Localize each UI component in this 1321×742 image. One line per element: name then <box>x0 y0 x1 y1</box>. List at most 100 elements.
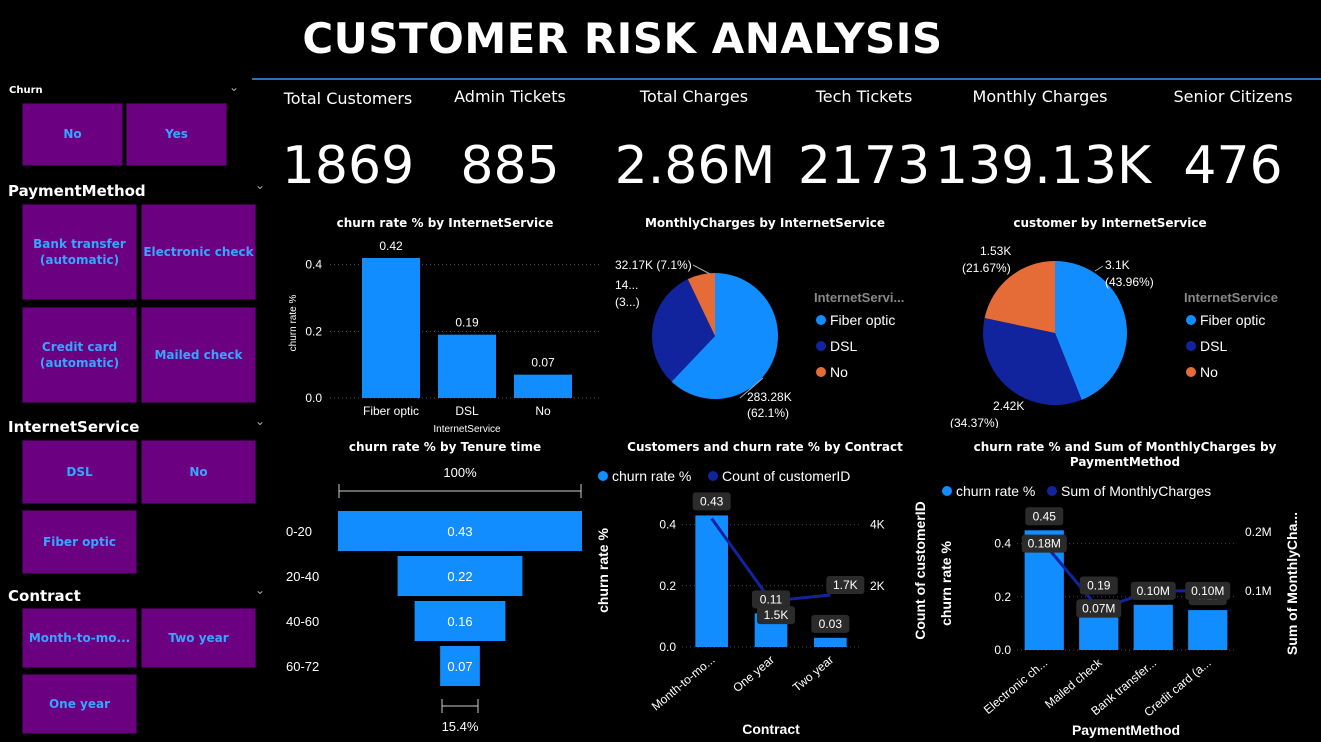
chart-payment: churn rate % Sum of MonthlyCha... 0.0 0.2 0.… <box>938 483 1300 738</box>
legend-item-marker <box>816 315 826 325</box>
kpi-tech-tickets-label: Tech Tickets <box>815 87 913 106</box>
data-label: 14... <box>615 278 638 292</box>
series-line <box>710 517 831 603</box>
slicer-item-no[interactable]: No <box>141 440 256 504</box>
slicer-item-churn-no[interactable]: No <box>22 103 123 166</box>
chart-churn-by-tenure: 100% 0.43 0-20 0.22 20-40 0.16 40-60 0.07 60-72 1… <box>286 465 582 734</box>
slicer-item-mailed-check[interactable]: Mailed check <box>141 307 256 403</box>
chart-title-monthly-by-internet: MonthlyCharges by InternetService <box>644 216 886 230</box>
data-label: 0.18M <box>1028 537 1061 551</box>
kpi-total-customers-label: Total Customers <box>283 89 413 108</box>
y-tick-label: 0.0 <box>305 391 322 405</box>
header-divider <box>252 78 1321 80</box>
kpi-admin-tickets-value: 885 <box>460 136 560 196</box>
data-label: 0.42 <box>379 239 403 253</box>
x-tick-label: No <box>535 404 551 418</box>
funnel-bottom-label: 15.4% <box>442 719 479 734</box>
chart-title-contract: Customers and churn rate % by Contract <box>627 440 903 454</box>
category-label: 0-20 <box>286 524 312 539</box>
x-axis-label: InternetService <box>433 424 501 435</box>
data-label: 0.16 <box>447 614 472 629</box>
slicer-item-one-year[interactable]: One year <box>22 674 137 734</box>
x-tick-label: Month-to-mo... <box>649 653 718 714</box>
data-label: 3.1K <box>1105 258 1130 272</box>
legend-item-marker <box>1186 341 1196 351</box>
legend-item-marker <box>708 471 718 481</box>
legend-item: churn rate % <box>956 483 1035 499</box>
kpi-total-customers-value: 1869 <box>281 136 415 196</box>
slicer-item-credit-card[interactable]: Credit card (automatic) <box>22 307 137 403</box>
y-tick-label: 0.4 <box>305 258 322 272</box>
data-label: 0.10M <box>1191 584 1224 598</box>
chart-title-churn-by-tenure: churn rate % by Tenure time <box>348 440 542 454</box>
chevron-down-icon[interactable]: ⌄ <box>255 178 265 192</box>
kpi-tech-tickets-value: 2173 <box>797 136 931 196</box>
legend-item: Sum of MonthlyCharges <box>1061 483 1211 499</box>
legend-item-marker <box>816 367 826 377</box>
legend-item: Fiber optic <box>830 312 895 328</box>
chevron-down-icon[interactable]: ⌄ <box>255 583 265 597</box>
slicer-item-month-to-month[interactable]: Month-to-mo... <box>22 608 137 668</box>
data-label: 0.45 <box>1033 509 1057 523</box>
slicer-churn-title: Churn <box>9 85 43 96</box>
chart-title-customer-by-internet: customer by InternetService <box>1013 216 1207 230</box>
kpi-senior-citizens-label: Senior Citizens <box>1173 87 1293 106</box>
legend-item: No <box>830 364 848 380</box>
chart-title-payment: churn rate % and Sum of MonthlyCharges b… <box>950 440 1300 470</box>
chevron-down-icon[interactable]: ⌄ <box>255 414 265 428</box>
y-tick-label: 0.4 <box>994 537 1011 551</box>
legend-item: Count of customerID <box>722 468 850 484</box>
chart-customer-by-internet: 3.1K (43.96%) 2.42K (34.37%) 1.53K (21.67%) In… <box>950 244 1278 428</box>
chart-title-churn-by-internet: churn rate % by InternetService <box>336 216 554 230</box>
chart-contract: churn rate % Count of customerID 0.0 0.2 0.4… <box>595 468 928 737</box>
kpi-monthly-charges-label: Monthly Charges <box>972 87 1108 106</box>
y-tick-label: 0.0 <box>994 643 1011 657</box>
slicer-item-electronic-check[interactable]: Electronic check <box>141 204 256 300</box>
x-axis-label: Contract <box>742 721 800 737</box>
leader-line <box>1094 265 1104 272</box>
chart-title-payment-line-2: PaymentMethod <box>1069 455 1181 469</box>
kpi-admin-tickets-label: Admin Tickets <box>454 87 566 106</box>
data-label: 0.43 <box>700 494 724 508</box>
legend-item-marker <box>1186 315 1196 325</box>
slicer-internet-title: InternetService <box>8 418 140 436</box>
kpi-total-charges-value: 2.86M <box>614 136 776 196</box>
data-label: (21.67%) <box>962 261 1011 275</box>
data-label: 0.07M <box>1082 602 1115 616</box>
legend-item: DSL <box>830 338 857 354</box>
category-label: 60-72 <box>286 659 319 674</box>
kpi-senior-citizens-value: 476 <box>1183 136 1283 196</box>
page-title: CUSTOMER RISK ANALYSIS <box>302 14 943 63</box>
slicer-item-churn-yes[interactable]: Yes <box>126 103 227 166</box>
x-tick-label: Fiber optic <box>363 404 419 418</box>
data-label: 0.07 <box>531 356 555 370</box>
y2-axis-label: Sum of MonthlyCha... <box>1284 512 1300 655</box>
y-tick-label: 0.2 <box>659 579 676 593</box>
y2-tick-label: 4K <box>870 518 885 532</box>
chevron-down-icon[interactable]: ⌄ <box>229 80 239 94</box>
legend-item-marker <box>1047 486 1057 496</box>
kpi-monthly-charges-value: 139.13K <box>935 136 1152 196</box>
y-axis-label: churn rate % <box>938 541 954 626</box>
funnel-top-label: 100% <box>443 465 477 480</box>
x-axis-label: PaymentMethod <box>1072 722 1180 738</box>
slicer-item-bank-transfer[interactable]: Bank transfer (automatic) <box>22 204 137 300</box>
slicer-item-fiber-optic[interactable]: Fiber optic <box>22 510 137 574</box>
bar <box>1133 604 1173 650</box>
y-tick-label: 0.2 <box>305 324 322 338</box>
data-label: 0.43 <box>447 524 472 539</box>
data-label: (34.37%) <box>950 416 999 428</box>
data-label: 0.10M <box>1137 584 1170 598</box>
data-label: 32.17K (7.1%) <box>615 258 692 272</box>
bar <box>814 637 847 647</box>
x-tick-label: Two year <box>790 653 836 695</box>
data-label: (62.1%) <box>747 406 789 420</box>
bar <box>514 374 572 398</box>
slicer-item-dsl[interactable]: DSL <box>22 440 137 504</box>
x-tick-label: Electronic ch... <box>981 656 1050 717</box>
data-label: 1.5K <box>764 608 789 622</box>
y-tick-label: 0.4 <box>659 518 676 532</box>
legend-item: No <box>1200 364 1218 380</box>
slicer-item-two-year[interactable]: Two year <box>141 608 256 668</box>
legend-item: churn rate % <box>612 468 691 484</box>
